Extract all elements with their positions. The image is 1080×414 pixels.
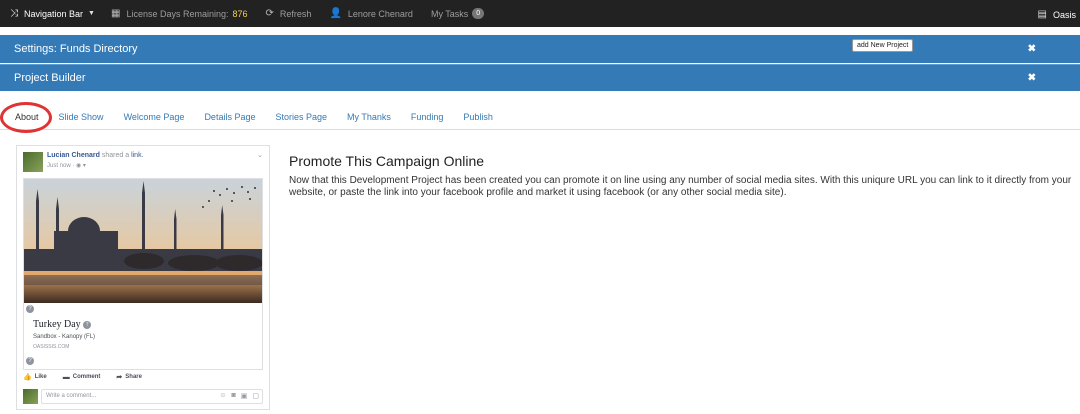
navigation-menu-toggle[interactable]: ⤨ Navigation Bar ▼ <box>10 0 95 28</box>
shuffle-icon: ⤨ <box>10 8 18 19</box>
facebook-post-preview: Lucian Chenard shared a link. Just now ·… <box>16 145 270 410</box>
link-domain: OASISSIS.COM <box>33 344 70 350</box>
thumbs-up-icon: 👍 <box>23 374 32 381</box>
mosque-sunset-image <box>24 179 262 303</box>
globe-icon: ◉ ▾ <box>76 163 86 169</box>
building-icon: ▤ <box>1037 9 1047 20</box>
refresh-icon: ⟳ <box>265 8 274 19</box>
help-icon[interactable]: ? <box>26 357 34 365</box>
help-icon[interactable]: ? <box>26 305 34 313</box>
license-count: 876 <box>232 8 248 19</box>
post-actions: 👍 Like ▬ Comment ➦ Share <box>23 372 263 382</box>
promote-title: Promote This Campaign Online <box>289 153 485 169</box>
close-icon[interactable]: ✖ <box>1028 73 1036 84</box>
close-icon[interactable]: ✖ <box>1028 44 1036 55</box>
post-time: Just now · ◉ ▾ <box>47 162 144 169</box>
comment-placeholder: Write a comment... <box>46 393 97 399</box>
post-author-line: Lucian Chenard shared a link. <box>47 152 144 159</box>
tab-details-page[interactable]: Details Page <box>194 104 265 130</box>
like-label: Like <box>34 374 47 380</box>
license-days-indicator: ▦ License Days Remaining: 876 <box>111 0 248 28</box>
comment-row: Write a comment... ☺ ◙ ▣ ▢ <box>23 387 263 405</box>
link-word[interactable]: link. <box>131 152 143 159</box>
shared-text: shared a <box>101 152 130 159</box>
my-tasks-link[interactable]: My Tasks 0 <box>430 0 485 28</box>
link-title: Turkey Day ? <box>33 319 92 330</box>
tab-funding[interactable]: Funding <box>401 104 454 130</box>
tab-stories-page[interactable]: Stories Page <box>265 104 337 130</box>
tab-welcome-page[interactable]: Welcome Page <box>114 104 195 130</box>
avatar <box>23 152 43 172</box>
grid-icon: ▦ <box>110 8 121 19</box>
add-new-project-button[interactable]: add New Project <box>852 39 914 52</box>
user-icon: 👤 <box>329 8 342 19</box>
license-label: License Days Remaining: <box>126 8 229 19</box>
post-header: Lucian Chenard shared a link. Just now ·… <box>23 152 144 172</box>
promote-description: Now that this Development Project has be… <box>289 175 1072 198</box>
comment-icon: ▬ <box>62 373 70 381</box>
link-preview[interactable]: ? Turkey Day ? Sandbox - Kanopy (FL) OAS… <box>23 178 263 370</box>
tab-slide-show[interactable]: Slide Show <box>49 104 114 130</box>
refresh-label: Refresh <box>279 8 312 19</box>
help-icon[interactable]: ? <box>83 321 92 329</box>
project-builder-tabs: About Slide Show Welcome Page Details Pa… <box>0 104 1080 130</box>
avatar <box>23 388 38 404</box>
user-name: Lenore Chenard <box>347 8 413 19</box>
nav-brand-label: Navigation Bar <box>24 8 84 19</box>
tasks-label: My Tasks <box>430 8 469 19</box>
post-author[interactable]: Lucian Chenard <box>47 152 100 159</box>
user-menu[interactable]: 👤 Lenore Chenard <box>329 0 413 28</box>
project-builder-title: Project Builder <box>14 72 86 84</box>
camera-icon[interactable]: ◙ <box>232 392 236 400</box>
emoji-icon[interactable]: ☺ <box>219 392 226 400</box>
link-title-text: Turkey Day <box>33 319 81 330</box>
comment-label: Comment <box>72 374 101 380</box>
refresh-button[interactable]: ⟳ Refresh <box>266 0 312 28</box>
share-icon: ➦ <box>116 374 123 381</box>
comment-tools: ☺ ◙ ▣ ▢ <box>219 392 259 400</box>
tab-my-thanks[interactable]: My Thanks <box>337 104 401 130</box>
org-menu[interactable]: ▤ Oasis <box>1038 0 1076 29</box>
chevron-down-icon[interactable]: ⌄ <box>257 151 263 159</box>
caret-down-icon: ▼ <box>88 10 95 17</box>
comment-input[interactable]: Write a comment... ☺ ◙ ▣ ▢ <box>41 388 263 404</box>
top-navbar: ⤨ Navigation Bar ▼ ▦ License Days Remain… <box>0 0 1080 29</box>
link-subtitle: Sandbox - Kanopy (FL) <box>33 334 96 340</box>
gif-icon[interactable]: ▣ <box>241 392 248 400</box>
share-button[interactable]: ➦ Share <box>116 372 142 382</box>
org-label: Oasis <box>1052 9 1076 20</box>
comment-button[interactable]: ▬ Comment <box>63 372 101 382</box>
like-button[interactable]: 👍 Like <box>23 372 47 382</box>
post-time-text: Just now · <box>47 163 77 169</box>
tab-publish[interactable]: Publish <box>453 104 503 130</box>
settings-title: Settings: Funds Directory <box>14 43 138 55</box>
settings-header-bar: Settings: Funds Directory add New Projec… <box>0 35 1080 63</box>
tasks-count-badge: 0 <box>472 8 485 19</box>
share-label: Share <box>125 374 142 380</box>
tab-about[interactable]: About <box>5 104 49 130</box>
sticker-icon[interactable]: ▢ <box>252 392 259 400</box>
project-builder-header-bar: Project Builder ✖ <box>0 64 1080 91</box>
